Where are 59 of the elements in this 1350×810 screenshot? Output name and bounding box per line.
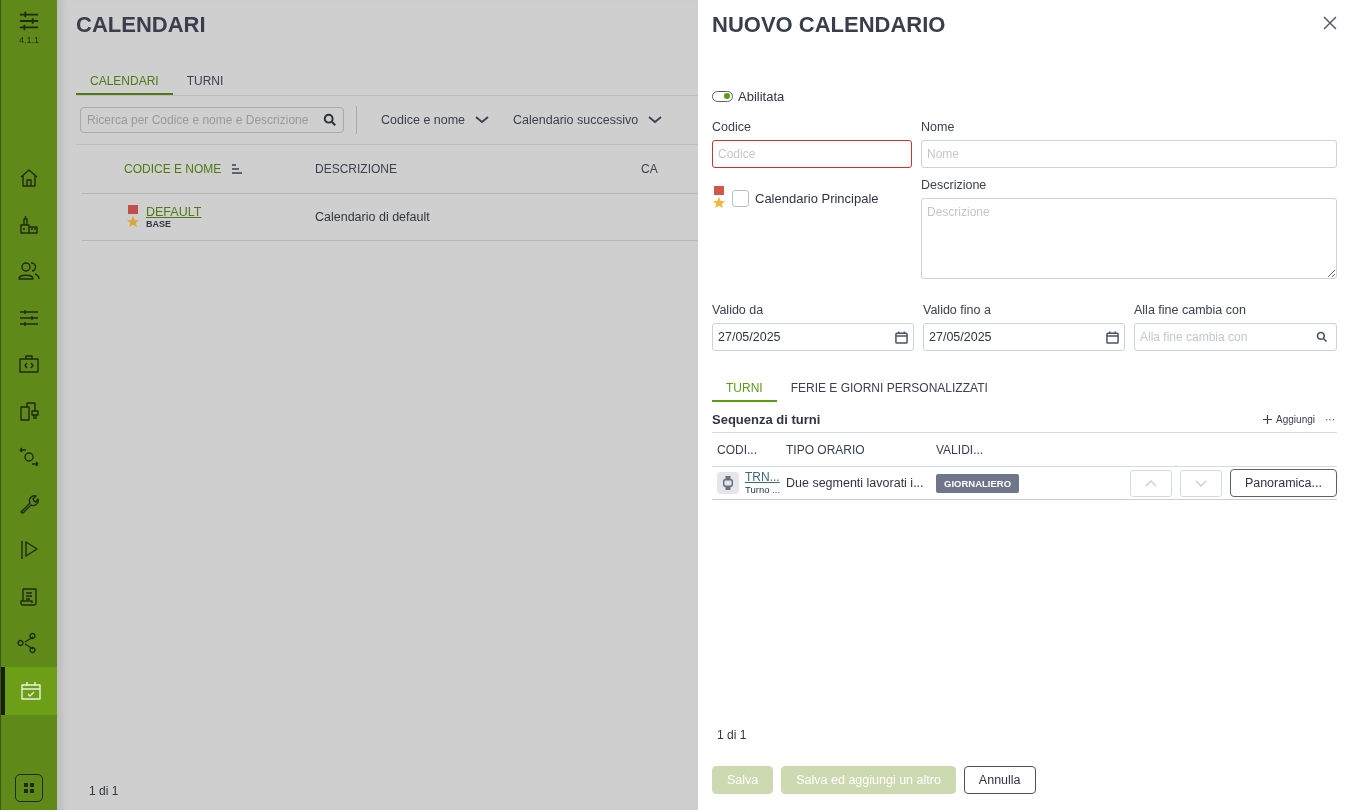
tab[interactable]: FERIE E GIORNI PERSONALIZZATI (776, 377, 1002, 402)
search-icon (323, 113, 337, 127)
grid-icon (24, 783, 34, 793)
table-cell: Calendario di default (315, 210, 430, 224)
sidebar-item[interactable] (1, 666, 57, 715)
toggle-label: Abilitata (738, 88, 785, 104)
field-label: Valido fino a (923, 303, 992, 317)
search-icon (1316, 331, 1328, 343)
shift-name: Turno ... (745, 484, 781, 495)
add-button[interactable]: Aggiungi (1263, 413, 1315, 425)
sliders-icon[interactable] (18, 10, 40, 32)
pager-label: 1 di 1 (717, 728, 748, 742)
shift-link[interactable]: TRN... (745, 471, 781, 484)
close-icon[interactable] (1323, 16, 1337, 30)
column-header[interactable]: TIPO ORARIO (786, 442, 936, 457)
field-label: Alla fine cambia con (1134, 303, 1247, 317)
chevron-down-icon (1194, 479, 1207, 487)
code-field[interactable]: Codice (712, 140, 912, 168)
name-field[interactable]: Nome (921, 140, 1337, 168)
checkbox[interactable] (732, 189, 749, 207)
calendar-tag: BASE (146, 219, 202, 229)
section-title: Sequenza di turni (712, 411, 821, 427)
watch-icon (717, 472, 739, 494)
calendar-icon (895, 330, 908, 344)
sort-icon[interactable] (231, 164, 244, 174)
column-header[interactable]: CODI... (712, 442, 786, 457)
table-cell-text: Due segmenti lavorati i... (786, 476, 925, 490)
pager-label: 1 di 1 (89, 784, 120, 798)
description-field[interactable]: Descrizione (921, 198, 1337, 279)
overview-button[interactable]: Panoramica... (1229, 469, 1337, 497)
date-field[interactable]: 27/05/2025 (923, 323, 1125, 351)
page-title: CALENDARI (76, 12, 207, 39)
chevron-down-icon (648, 116, 663, 124)
filter-dropdown[interactable]: Calendario successivo (513, 113, 663, 127)
plus-icon (1263, 414, 1273, 424)
apps-button[interactable] (15, 774, 43, 802)
chevron-down-icon (475, 116, 490, 124)
field-label: Valido da (712, 303, 765, 317)
version-label: 4.1.1 (19, 35, 39, 45)
calendar-icon (1106, 330, 1119, 344)
field-label: Codice (712, 120, 752, 134)
tab[interactable]: TURNI (172, 70, 238, 95)
date-field[interactable]: 27/05/2025 (712, 323, 914, 351)
dialog-title: NUOVO CALENDARIO (712, 12, 946, 38)
medal-icon (712, 186, 726, 210)
column-header[interactable]: DESCRIZIONE (315, 162, 397, 176)
tab[interactable]: TURNI (712, 377, 777, 402)
checkbox-label: Calendario Principale (755, 190, 879, 206)
more-button[interactable]: ··· (1323, 413, 1337, 425)
medal-icon (126, 205, 140, 229)
footer-button[interactable]: Annulla (963, 766, 1036, 794)
chevron-up-icon (1144, 479, 1157, 487)
field-label: Descrizione (921, 178, 988, 192)
filter-dropdown[interactable]: Codice e nome (381, 113, 490, 127)
validity-tag: GIORNALIERO (936, 474, 1020, 493)
field-label: Nome (921, 120, 956, 134)
column-header[interactable]: CA (641, 162, 658, 176)
column-header[interactable]: VALIDI... (936, 442, 1036, 457)
lookup-field[interactable]: Alla fine cambia con (1134, 323, 1337, 351)
